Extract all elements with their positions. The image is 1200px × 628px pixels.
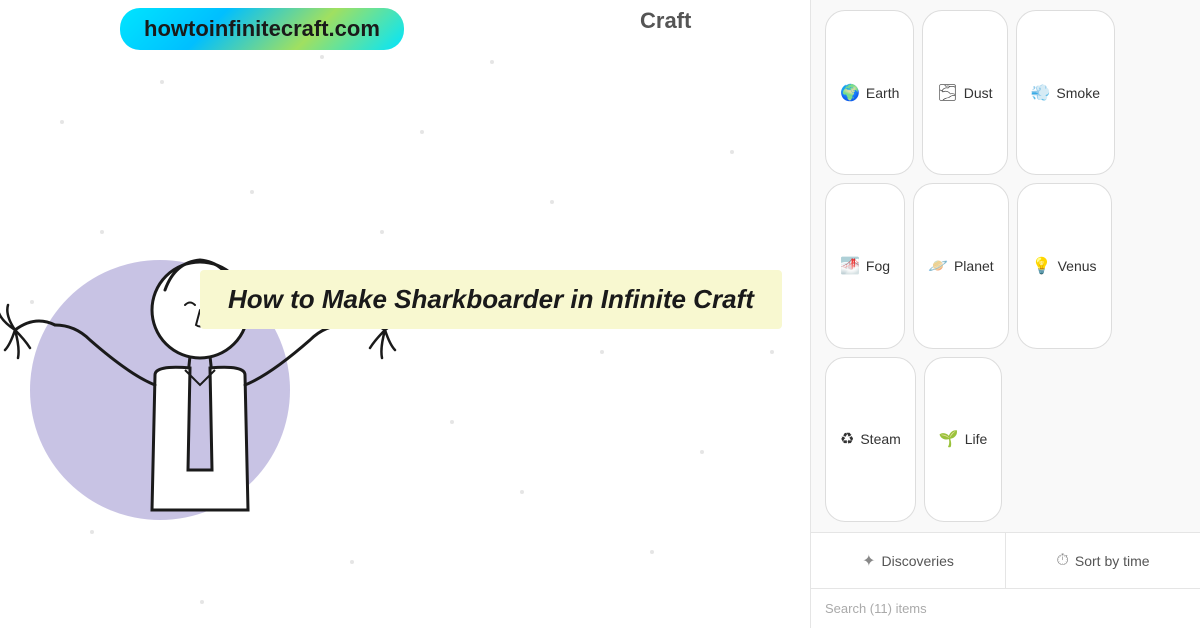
decorative-dot: [420, 130, 424, 134]
dust-icon: 🌫: [937, 83, 957, 103]
venus-icon: 💡: [1032, 256, 1052, 276]
fog-label: Fog: [866, 258, 890, 274]
clock-icon: ⏱: [1056, 552, 1068, 570]
decorative-dot: [160, 80, 164, 84]
element-badge-dust[interactable]: 🌫 Dust: [922, 10, 1007, 175]
url-banner: howtoinfinitecraft.com: [120, 8, 404, 50]
craft-label: Craft: [640, 8, 691, 34]
element-badge-earth[interactable]: 🌍 Earth: [825, 10, 914, 175]
decorative-dot: [320, 55, 324, 59]
earth-icon: 🌍: [840, 83, 860, 103]
decorative-dot: [550, 200, 554, 204]
decorative-dot: [730, 150, 734, 154]
steam-label: Steam: [860, 431, 900, 447]
bottom-bar: ✦ Discoveries ⏱ Sort by time: [811, 532, 1200, 588]
planet-label: Planet: [954, 258, 994, 274]
smoke-label: Smoke: [1056, 85, 1100, 101]
search-hint-text: Search (11) items: [825, 601, 927, 616]
decorative-dot: [650, 550, 654, 554]
url-text: howtoinfinitecraft.com: [144, 16, 380, 41]
decorative-dot: [490, 60, 494, 64]
elements-grid: 🌍 Earth 🌫 Dust 💨 Smoke 🌁 Fog 🪐 Planet 💡 Venus ♻ Steam…: [811, 0, 1200, 532]
character-area: [0, 200, 420, 628]
discoveries-label: Discoveries: [882, 553, 954, 569]
decorative-dot: [600, 350, 604, 354]
element-badge-life[interactable]: 🌱 Life: [924, 357, 1003, 522]
sidebar: 🌍 Earth 🌫 Dust 💨 Smoke 🌁 Fog 🪐 Planet 💡 Venus ♻ Steam…: [810, 0, 1200, 628]
venus-label: Venus: [1058, 258, 1097, 274]
main-area: howtoinfinitecraft.com Craft: [0, 0, 810, 628]
sort-by-time-label: Sort by time: [1075, 553, 1150, 569]
element-badge-planet[interactable]: 🪐 Planet: [913, 183, 1009, 348]
element-badge-venus[interactable]: 💡 Venus: [1017, 183, 1112, 348]
page-title: How to Make Sharkboarder in Infinite Cra…: [228, 284, 754, 315]
decorative-dot: [60, 120, 64, 124]
dust-label: Dust: [964, 85, 993, 101]
decorative-dot: [770, 350, 774, 354]
decorative-dot: [250, 190, 254, 194]
decorative-dot: [700, 450, 704, 454]
earth-label: Earth: [866, 85, 899, 101]
search-hint: Search (11) items: [811, 588, 1200, 628]
fog-icon: 🌁: [840, 256, 860, 276]
element-badge-steam[interactable]: ♻ Steam: [825, 357, 916, 522]
smoke-icon: 💨: [1031, 83, 1051, 103]
element-badge-fog[interactable]: 🌁 Fog: [825, 183, 905, 348]
heading-banner: How to Make Sharkboarder in Infinite Cra…: [200, 270, 782, 329]
sort-by-time-button[interactable]: ⏱ Sort by time: [1006, 533, 1200, 588]
decorative-dot: [450, 420, 454, 424]
life-label: Life: [965, 431, 988, 447]
life-icon: 🌱: [939, 429, 959, 449]
decorative-dot: [520, 490, 524, 494]
discoveries-button[interactable]: ✦ Discoveries: [811, 533, 1006, 588]
element-badge-smoke[interactable]: 💨 Smoke: [1016, 10, 1116, 175]
discoveries-icon: ✦: [862, 551, 875, 571]
planet-icon: 🪐: [928, 256, 948, 276]
steam-icon: ♻: [840, 429, 854, 449]
